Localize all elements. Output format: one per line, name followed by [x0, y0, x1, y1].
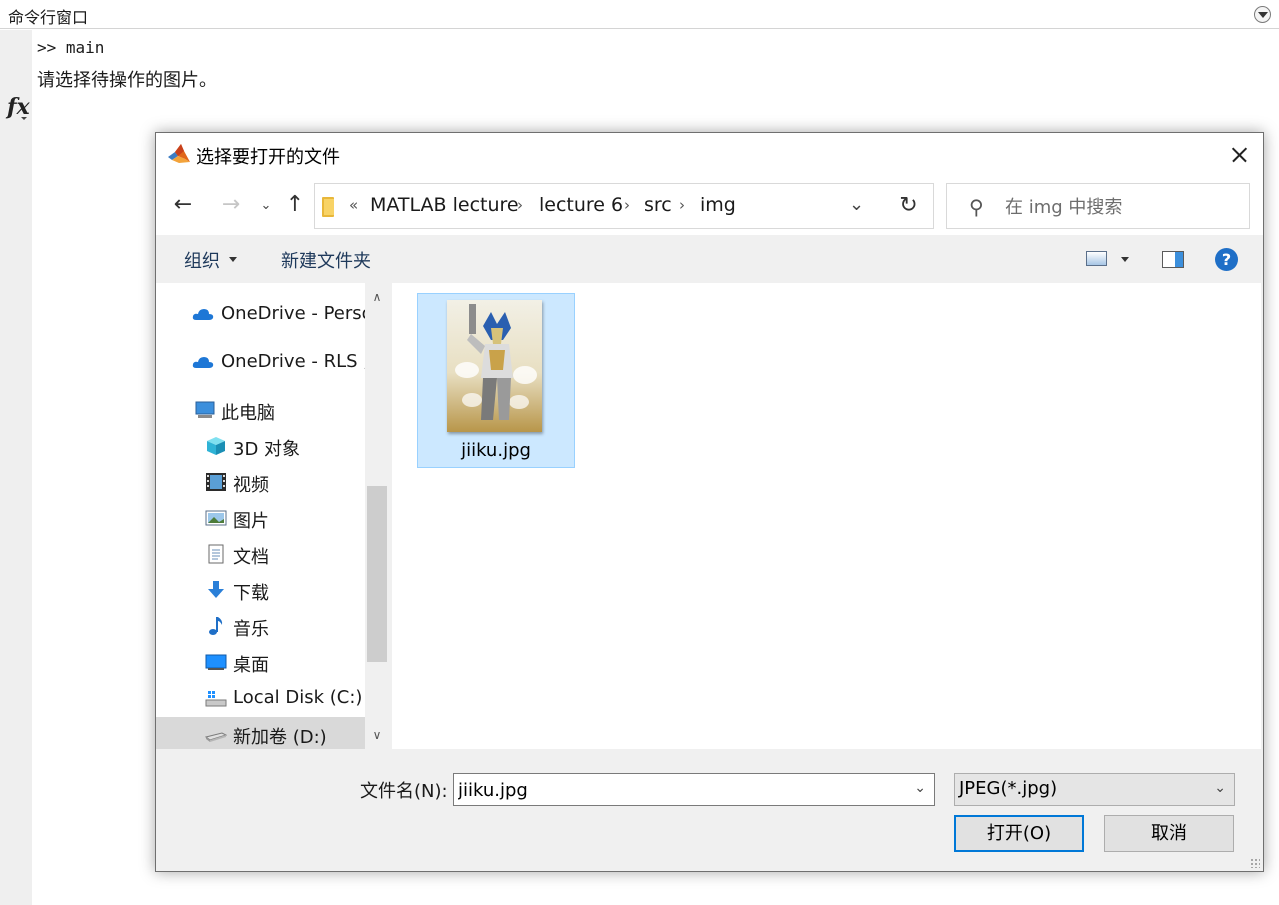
preview-pane-icon[interactable] — [1162, 251, 1184, 268]
breadcrumb-separator-icon[interactable]: › — [624, 196, 630, 214]
documents-icon — [208, 544, 224, 564]
nav-item-onedrive-personal[interactable]: OneDrive - Personal — [156, 297, 365, 331]
pictures-icon — [205, 510, 227, 526]
nav-item-label: OneDrive - RLS ,i — [221, 351, 365, 372]
nav-item-local-disk-c[interactable]: Local Disk (C:) — [156, 681, 365, 715]
command-prompt-line: >> main — [37, 38, 105, 57]
nav-item-label: Local Disk (C:) — [233, 687, 363, 708]
file-list-pane: jiiku.jpg — [392, 283, 1261, 749]
filetype-select[interactable]: JPEG(*.jpg) ⌄ — [954, 773, 1235, 806]
search-icon: ⚲ — [969, 195, 984, 219]
organize-caret-icon[interactable] — [229, 257, 237, 262]
nav-item-pictures[interactable]: 图片 — [156, 501, 365, 535]
cloud-icon — [192, 309, 214, 320]
recent-locations-chevron-icon[interactable]: ⌄ — [253, 193, 279, 219]
filetype-value: JPEG(*.jpg) — [959, 778, 1058, 799]
window-actions-menu-icon[interactable] — [1254, 6, 1271, 23]
search-input[interactable] — [1005, 194, 1235, 220]
windows-drive-icon — [205, 691, 227, 707]
refresh-icon[interactable]: ↻ — [884, 183, 934, 229]
view-options-caret-icon[interactable] — [1121, 257, 1129, 262]
nav-item-label: 下载 — [233, 583, 269, 604]
cancel-button[interactable]: 取消 — [1104, 815, 1234, 852]
nav-item-volume-d[interactable]: 新加卷 (D:) — [156, 717, 365, 749]
folder-icon — [322, 197, 334, 217]
nav-item-label: 3D 对象 — [233, 439, 301, 460]
3d-objects-icon — [207, 437, 225, 455]
back-arrow-icon[interactable]: ← — [170, 192, 196, 218]
navigation-bar: ← → ⌄ ↑ « MATLAB lecture › lecture 6 › s… — [156, 177, 1263, 235]
nav-item-label: OneDrive - Personal — [221, 303, 365, 324]
forward-arrow-icon[interactable]: → — [218, 192, 244, 218]
nav-item-label: 图片 — [233, 511, 269, 532]
command-window-title: 命令行窗口 — [8, 8, 89, 27]
download-icon — [208, 581, 224, 598]
fx-caret-icon — [21, 117, 27, 120]
nav-item-3d-objects[interactable]: 3D 对象 — [156, 429, 365, 463]
file-name-label: jiiku.jpg — [461, 440, 531, 461]
music-icon — [209, 617, 223, 635]
address-dropdown-icon[interactable]: ⌄ — [849, 194, 864, 215]
help-icon[interactable]: ? — [1215, 248, 1238, 271]
nav-item-videos[interactable]: 视频 — [156, 465, 365, 499]
cloud-icon — [192, 357, 214, 368]
change-view-icon[interactable] — [1086, 251, 1107, 266]
command-toolbar: 组织 新建文件夹 ? — [156, 235, 1263, 283]
dialog-titlebar: 选择要打开的文件 — [156, 133, 1263, 177]
scrollbar-thumb[interactable] — [367, 486, 387, 662]
resize-grip-icon[interactable] — [1250, 858, 1260, 868]
nav-item-label: 桌面 — [233, 655, 269, 676]
nav-item-this-pc[interactable]: 此电脑 — [156, 393, 365, 427]
nav-item-label: 音乐 — [233, 619, 269, 640]
desktop-icon — [205, 654, 227, 670]
nav-item-music[interactable]: 音乐 — [156, 609, 365, 643]
navigation-pane: OneDrive - Personal OneDrive - RLS ,i 此电… — [156, 283, 365, 749]
open-file-dialog: 选择要打开的文件 ← → ⌄ ↑ « MATLAB lecture › lect… — [155, 132, 1264, 872]
file-item[interactable]: jiiku.jpg — [417, 293, 575, 468]
address-bar[interactable]: « MATLAB lecture › lecture 6 › src › img… — [314, 183, 934, 229]
nav-item-downloads[interactable]: 下载 — [156, 573, 365, 607]
chevron-down-icon[interactable]: ⌄ — [914, 780, 926, 796]
nav-item-desktop[interactable]: 桌面 — [156, 645, 365, 679]
matlab-logo-icon — [168, 144, 190, 163]
close-icon[interactable] — [1215, 133, 1263, 177]
search-box: ⚲ — [946, 183, 1250, 229]
drive-icon — [205, 732, 227, 742]
scroll-down-icon[interactable]: ∨ — [371, 729, 383, 741]
command-output-line: 请选择待操作的图片。 — [37, 70, 217, 91]
nav-item-label: 视频 — [233, 475, 269, 496]
breadcrumb-segment[interactable]: src — [644, 194, 672, 216]
breadcrumb-segment[interactable]: MATLAB lecture — [370, 194, 519, 216]
command-window-gutter — [0, 30, 32, 905]
dialog-title: 选择要打开的文件 — [196, 147, 340, 168]
filename-combobox: ⌄ — [453, 773, 935, 806]
computer-icon — [195, 401, 215, 418]
filename-label: 文件名(N): — [360, 781, 448, 802]
nav-item-onedrive-rls[interactable]: OneDrive - RLS ,i — [156, 345, 365, 379]
nav-item-label: 文档 — [233, 547, 269, 568]
nav-item-label: 此电脑 — [221, 403, 275, 424]
command-window-header: 命令行窗口 — [0, 0, 1279, 29]
navigation-scrollbar[interactable]: ∧ ∨ — [365, 283, 389, 749]
image-thumbnail — [447, 300, 542, 432]
video-icon — [206, 473, 226, 491]
organize-menu[interactable]: 组织 — [184, 247, 220, 273]
breadcrumb-segment[interactable]: lecture 6 — [539, 194, 623, 216]
nav-item-documents[interactable]: 文档 — [156, 537, 365, 571]
filename-input[interactable] — [458, 778, 898, 802]
breadcrumb-segment[interactable]: img — [700, 194, 736, 216]
open-button[interactable]: 打开(O) — [954, 815, 1084, 852]
nav-item-label: 新加卷 (D:) — [233, 727, 327, 748]
up-arrow-icon[interactable]: ↑ — [282, 192, 308, 218]
breadcrumb-separator-icon[interactable]: › — [679, 196, 685, 214]
chevron-down-icon[interactable]: ⌄ — [1214, 780, 1226, 796]
breadcrumb-overflow-icon[interactable]: « — [349, 196, 358, 214]
breadcrumb-separator-icon[interactable]: › — [517, 196, 523, 214]
scroll-up-icon[interactable]: ∧ — [371, 291, 383, 303]
new-folder-button[interactable]: 新建文件夹 — [281, 247, 371, 273]
